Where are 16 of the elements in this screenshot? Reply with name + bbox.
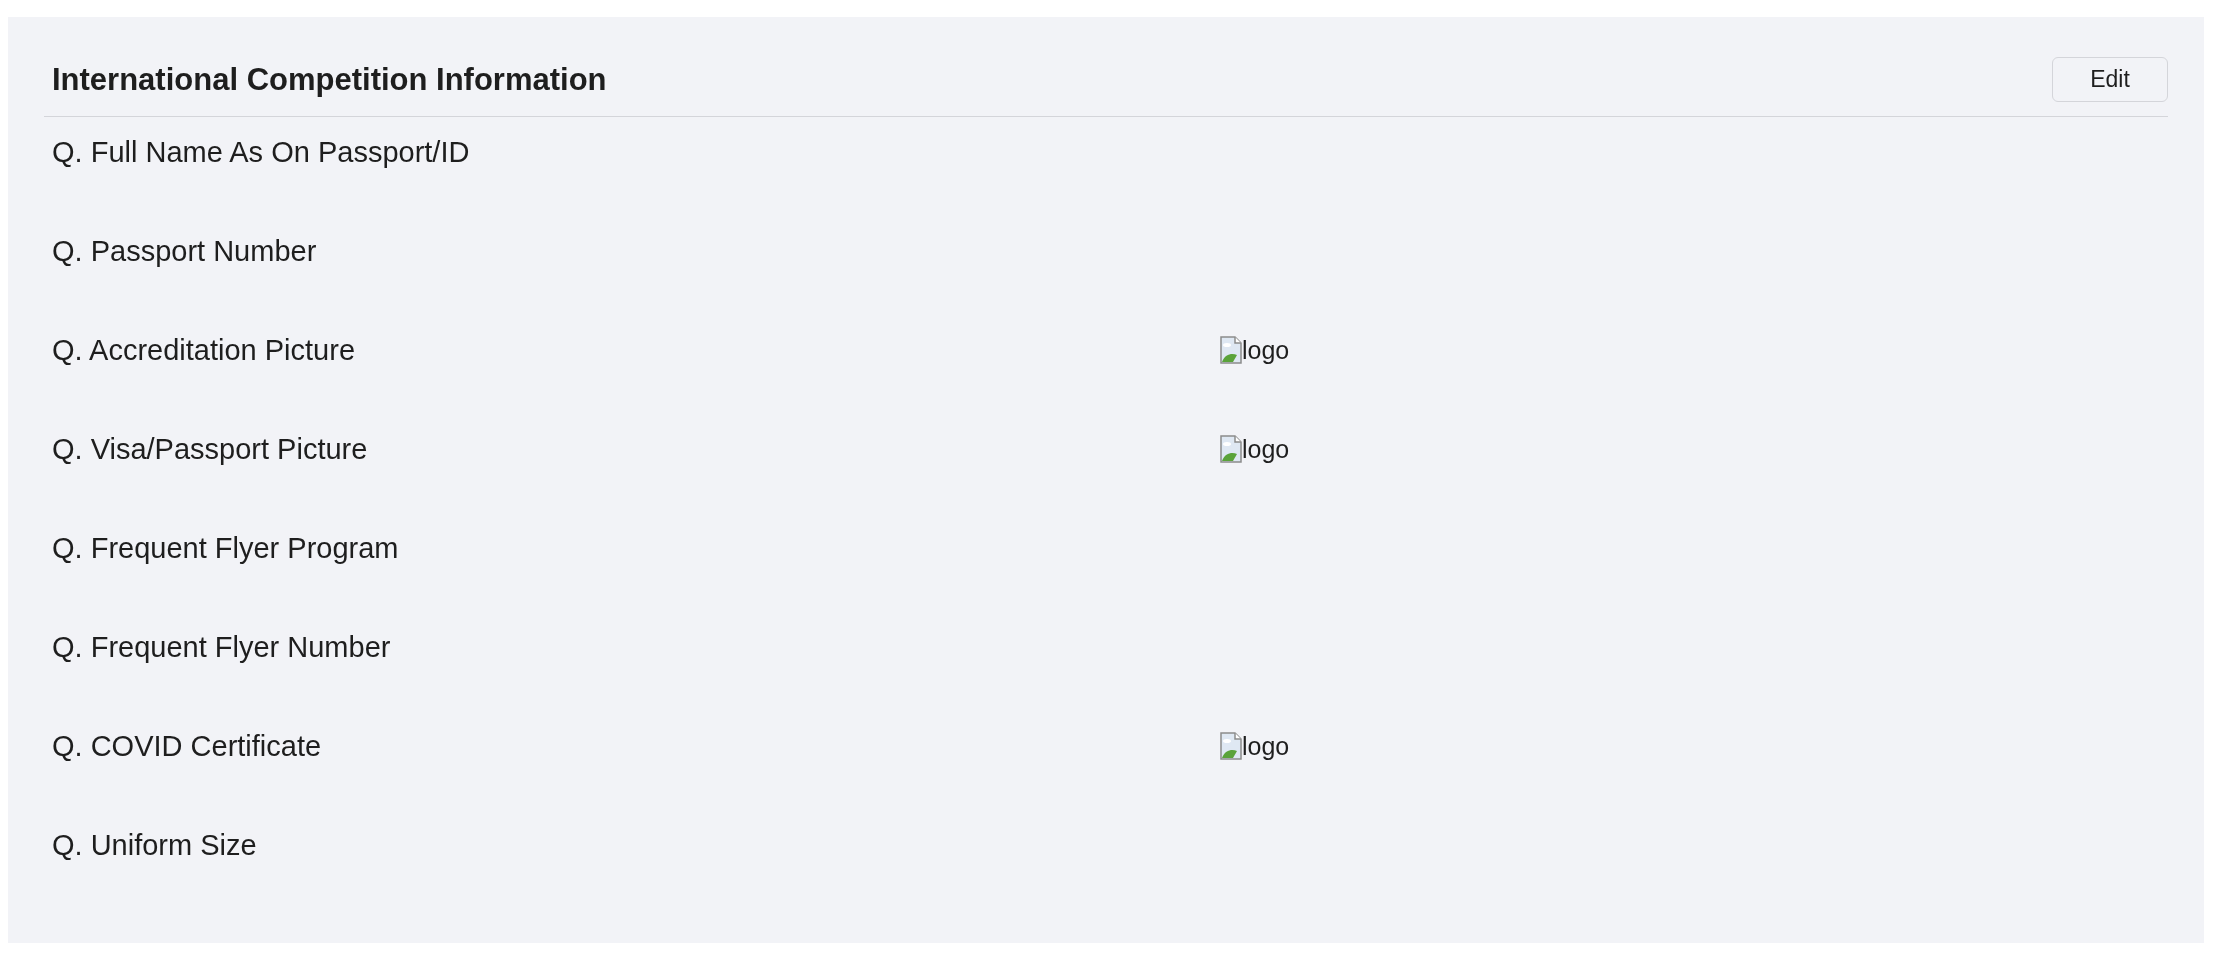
question-label: Q. Uniform Size <box>52 828 258 863</box>
question-label: Q. Frequent Flyer Number <box>52 630 392 665</box>
question-label: Q. COVID Certificate <box>52 729 323 764</box>
question-label: Q. Passport Number <box>52 234 318 269</box>
image-alt-text: logo <box>1242 731 1290 761</box>
broken-image-icon <box>1220 435 1242 463</box>
question-label: Q. Full Name As On Passport/ID <box>52 135 471 170</box>
question-label: Q. Accreditation Picture <box>52 333 357 368</box>
broken-image-icon <box>1220 336 1242 364</box>
section-title: International Competition Information <box>52 60 607 99</box>
edit-button[interactable]: Edit <box>2052 57 2168 102</box>
broken-image-icon <box>1220 732 1242 760</box>
question-label: Q. Frequent Flyer Program <box>52 531 400 566</box>
image-alt-text: logo <box>1242 434 1290 464</box>
image-alt-text: logo <box>1242 335 1290 365</box>
question-label: Q. Visa/Passport Picture <box>52 432 369 467</box>
